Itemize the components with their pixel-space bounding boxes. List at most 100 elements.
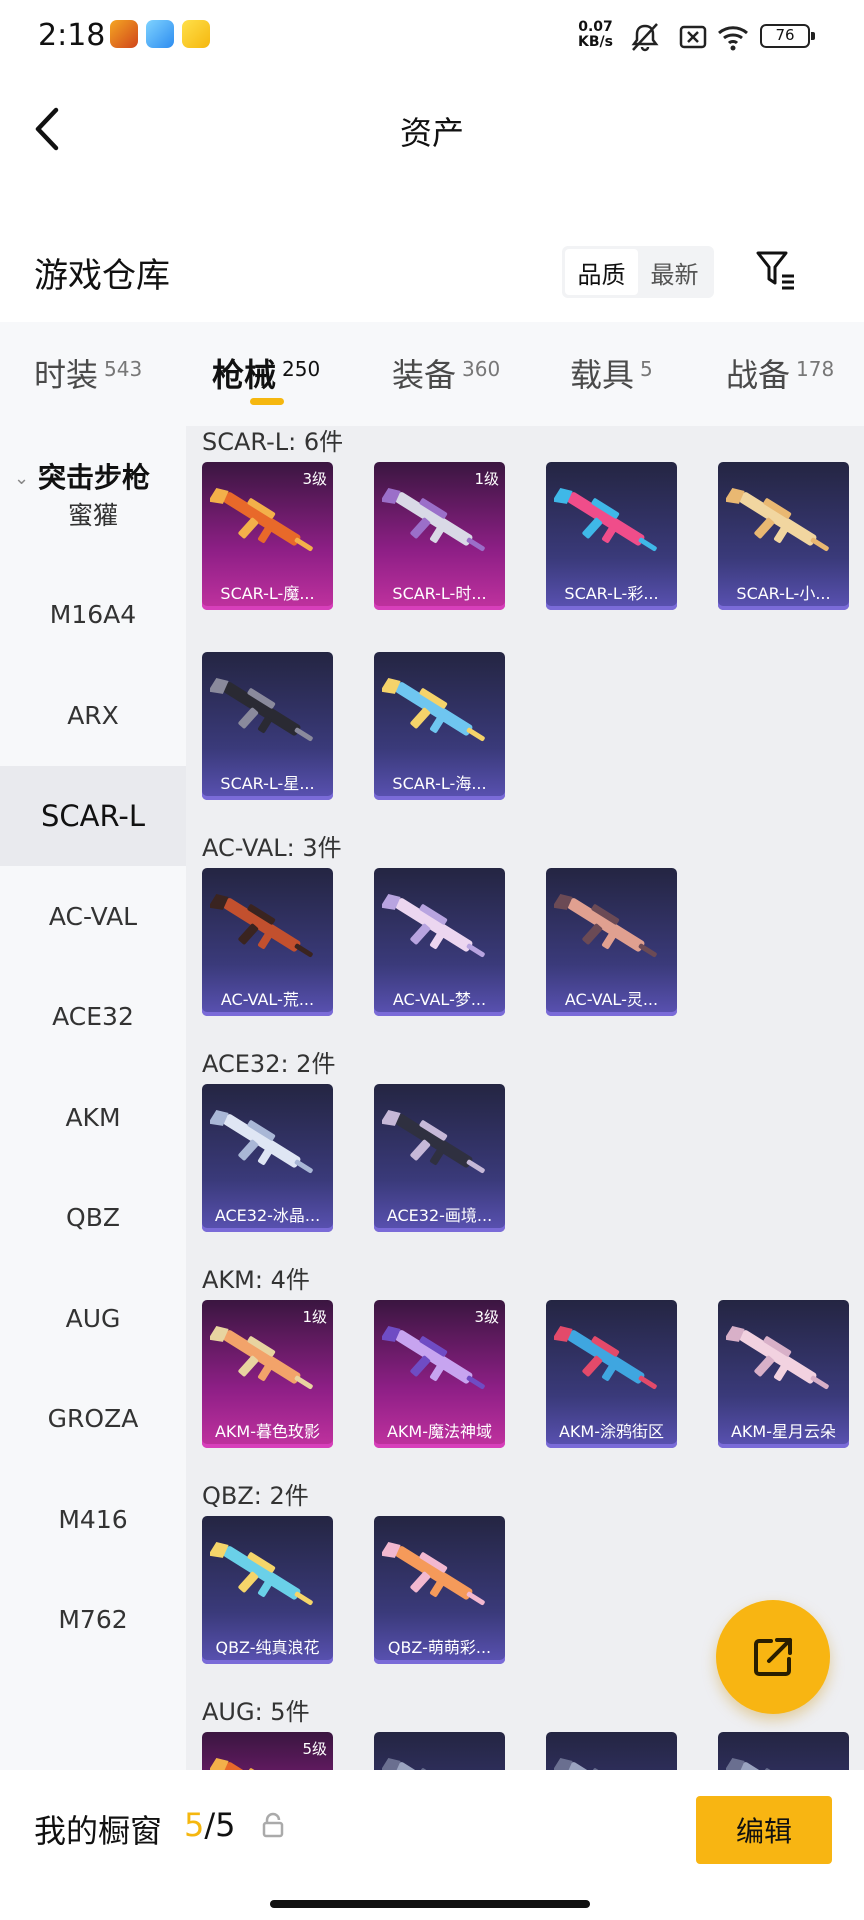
tab-count: 178: [796, 357, 835, 381]
rifle-icon: [726, 1325, 829, 1390]
sidebar-item[interactable]: AC-VAL: [0, 866, 186, 966]
rifle-icon: [726, 1757, 817, 1770]
battery-icon: 76: [760, 24, 815, 48]
rifle-icon: [382, 893, 485, 958]
tab-count: 360: [462, 357, 501, 381]
sidebar-item[interactable]: ARX: [0, 665, 186, 765]
filter-icon[interactable]: [754, 248, 798, 292]
sidebar-item[interactable]: SCAR-L: [0, 765, 186, 866]
weapon-card[interactable]: 1级 AKM-暮色玫影: [202, 1300, 333, 1448]
weapon-card[interactable]: ACE32-画境...: [374, 1084, 505, 1232]
weapon-level: 5级: [302, 1740, 327, 1758]
weapon-name: AKM-魔法神域: [386, 1422, 493, 1441]
weapon-level: 3级: [302, 470, 327, 488]
network-speed: 0.07 KB/s: [578, 20, 613, 50]
sidebar-item[interactable]: M16A4: [0, 565, 186, 665]
weapon-card[interactable]: AC-VAL-荒...: [202, 868, 333, 1016]
tab-vehicles[interactable]: 载具 5: [570, 350, 653, 396]
tab-count: 250: [282, 357, 321, 381]
section-header: ACE32: 2件: [202, 1050, 336, 1078]
weapon-name: SCAR-L-星...: [220, 774, 315, 793]
sidebar-item[interactable]: ACE32: [0, 967, 186, 1067]
status-bar: 2:18 0.07 KB/s 76: [0, 0, 864, 76]
category-tabs: 时装 543 枪械 250 装备 360 载具 5 战备 178: [0, 322, 864, 426]
sidebar-item[interactable]: 蜜獾: [0, 464, 186, 564]
tab-count: 5: [640, 357, 653, 381]
rifle-icon: [210, 1541, 313, 1606]
weapon-card[interactable]: SCAR-L-海...: [374, 652, 505, 800]
weapon-name: AC-VAL-梦...: [392, 990, 487, 1009]
home-indicator: [270, 1900, 590, 1908]
tab-fashion[interactable]: 时装 543: [34, 350, 142, 396]
weapon-name: SCAR-L-海...: [392, 774, 487, 793]
sidebar-item[interactable]: AUG: [0, 1268, 186, 1368]
sort-toggle: 品质 最新: [562, 246, 714, 298]
tab-equipment[interactable]: 装备 360: [392, 350, 500, 396]
rifle-icon: [382, 1541, 485, 1606]
sidebar-item[interactable]: AKM: [0, 1067, 186, 1167]
rifle-icon: [210, 1325, 313, 1390]
rifle-icon: [210, 893, 313, 958]
edit-button[interactable]: 编辑: [696, 1796, 832, 1864]
warehouse-title: 游戏仓库: [34, 256, 170, 296]
weapon-card[interactable]: SCAR-L-星...: [202, 652, 333, 800]
rifle-icon: [382, 677, 485, 742]
wifi-icon: [718, 26, 748, 51]
weapon-card[interactable]: AC-VAL-梦...: [374, 868, 505, 1016]
share-button[interactable]: [716, 1600, 830, 1714]
weapon-card[interactable]: 1级 SCAR-L-时...: [374, 462, 505, 610]
section-header: AC-VAL: 3件: [202, 834, 342, 862]
rifle-icon: [554, 1325, 657, 1390]
lock-icon: [262, 1812, 284, 1838]
rifle-icon: [726, 487, 829, 552]
weapon-card[interactable]: 5级: [202, 1732, 333, 1770]
rifle-icon: [554, 893, 657, 958]
weapon-card[interactable]: AKM-涂鸦街区: [546, 1300, 677, 1448]
weapon-card[interactable]: [546, 1732, 677, 1770]
weapon-card[interactable]: ACE32-冰晶...: [202, 1084, 333, 1232]
weapon-name: QBZ-纯真浪花: [215, 1638, 320, 1657]
weapon-card[interactable]: QBZ-萌萌彩...: [374, 1516, 505, 1664]
showcase-count: 5/5: [184, 1806, 236, 1844]
section-header: AKM: 4件: [202, 1266, 310, 1294]
tab-supplies[interactable]: 战备 178: [726, 350, 834, 396]
rifle-icon: [554, 1757, 645, 1770]
rifle-icon: [210, 487, 313, 552]
assets-page: 2:18 0.07 KB/s 76 资产 游戏仓库 品质 最新 时装 543 枪…: [0, 0, 864, 1920]
rifle-icon: [382, 1109, 485, 1174]
sort-option-newest[interactable]: 最新: [638, 249, 711, 295]
sort-option-quality[interactable]: 品质: [565, 249, 638, 295]
page-title: 资产: [399, 114, 464, 152]
weapon-level: 1级: [474, 470, 499, 488]
tab-label: 装备: [392, 356, 457, 394]
rifle-icon: [382, 1325, 485, 1390]
weapon-card[interactable]: 3级 AKM-魔法神域: [374, 1300, 505, 1448]
tab-guns[interactable]: 枪械 250: [212, 350, 320, 396]
weapon-card[interactable]: QBZ-纯真浪花: [202, 1516, 333, 1664]
sidebar-item[interactable]: M762: [0, 1570, 186, 1670]
tab-count: 543: [104, 357, 143, 381]
weapon-card[interactable]: SCAR-L-小...: [718, 462, 849, 610]
weapon-card[interactable]: [718, 1732, 849, 1770]
status-time: 2:18: [38, 18, 106, 53]
sidebar-item[interactable]: M416: [0, 1469, 186, 1569]
weapon-card[interactable]: SCAR-L-彩...: [546, 462, 677, 610]
weapon-sidebar: ⌄ 突击步枪 蜜獾 M16A4 ARX SCAR-L AC-VAL ACE32 AKM QBZ A…: [0, 426, 186, 1770]
sidebar-item[interactable]: QBZ: [0, 1168, 186, 1268]
weapon-name: SCAR-L-彩...: [564, 584, 659, 603]
net-speed-value: 0.07: [578, 19, 613, 35]
sidebar-item[interactable]: GROZA: [0, 1369, 186, 1469]
weapon-card[interactable]: 3级 SCAR-L-魔...: [202, 462, 333, 610]
rifle-icon: [382, 487, 485, 552]
showcase-label: 我的橱窗: [34, 1812, 163, 1850]
weapon-name: AKM-暮色玫影: [214, 1422, 321, 1441]
weapon-card[interactable]: [374, 1732, 505, 1770]
section-header: AUG: 5件: [202, 1698, 310, 1726]
weapon-grid: SCAR-L: 6件 3级 SCAR-L-魔... 1级 SCAR-L-时... SCAR…: [186, 426, 864, 1770]
weapon-level: 1级: [302, 1308, 327, 1326]
game-app-icon: [110, 20, 138, 48]
showcase-count-current: 5: [184, 1806, 205, 1844]
weapon-card[interactable]: AC-VAL-灵...: [546, 868, 677, 1016]
rifle-icon: [554, 487, 657, 552]
weapon-card[interactable]: AKM-星月云朵: [718, 1300, 849, 1448]
